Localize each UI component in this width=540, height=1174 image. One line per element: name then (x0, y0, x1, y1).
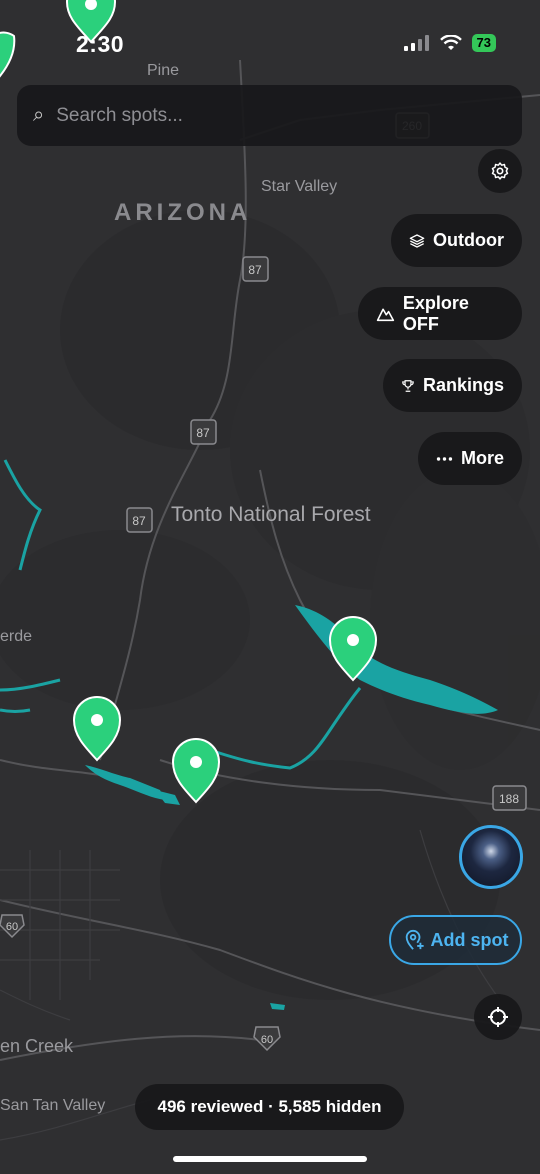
status-time: 2:30 (76, 31, 125, 57)
explore-label: Explore OFF (402, 292, 469, 334)
mountain-icon (376, 307, 395, 321)
map-label-san-tan: San Tan Valley (0, 1097, 105, 1114)
svg-text:188: 188 (499, 792, 519, 806)
route-shield-87-a: 87 (242, 256, 269, 282)
layers-icon (409, 233, 425, 248)
search-icon: ⌕ (33, 104, 45, 126)
locate-me-button[interactable] (474, 994, 522, 1040)
route-shield-87-b: 87 (190, 419, 217, 445)
map-pin-plus-icon (405, 929, 424, 950)
map-label-star-valley: Star Valley (261, 178, 337, 195)
spot-photo-thumbnail[interactable] (459, 825, 523, 889)
home-indicator (173, 1156, 367, 1162)
map-label-arizona: ARIZONA (114, 199, 251, 226)
rankings-button[interactable]: Rankings (383, 359, 522, 412)
more-button[interactable]: More (418, 432, 522, 485)
route-shield-188: 188 (492, 785, 527, 811)
search-bar[interactable]: ⌕ (17, 85, 522, 146)
map-label-verde: erde (0, 628, 32, 645)
add-spot-label: Add spot (430, 929, 509, 950)
add-spot-button[interactable]: Add spot (389, 915, 522, 965)
crosshair-icon (488, 1007, 508, 1027)
svg-text:60: 60 (261, 1034, 273, 1046)
status-bar: 2:30 73 (0, 0, 540, 90)
trophy-icon (402, 379, 414, 392)
status-icons: 73 (403, 34, 496, 52)
spot-counts-label: 496 reviewed · 5,585 hidden (157, 1097, 382, 1116)
battery-level: 73 (471, 34, 496, 52)
explore-toggle-button[interactable]: Explore OFF (358, 287, 522, 340)
map-canvas[interactable]: Pine Star Valley ARIZONA Tonto National … (0, 0, 540, 1174)
map-label-creek: en Creek (0, 1036, 74, 1056)
route-shield-87-c: 87 (126, 507, 153, 533)
map-label-tonto: Tonto National Forest (171, 503, 371, 526)
svg-text:60: 60 (6, 921, 18, 933)
rankings-label: Rankings (422, 375, 504, 395)
svg-text:87: 87 (248, 263, 262, 277)
outdoor-button[interactable]: Outdoor (391, 214, 522, 267)
settings-button[interactable] (478, 149, 522, 193)
more-label: More (460, 448, 504, 468)
gear-icon (491, 162, 509, 180)
outdoor-label: Outdoor (433, 230, 504, 250)
svg-text:87: 87 (132, 514, 146, 528)
cellular-signal-icon (403, 35, 429, 51)
more-icon (436, 456, 453, 461)
spot-counts-badge: 496 reviewed · 5,585 hidden (135, 1084, 404, 1130)
svg-text:87: 87 (196, 426, 210, 440)
wifi-icon (439, 35, 462, 50)
search-input[interactable] (54, 103, 479, 128)
